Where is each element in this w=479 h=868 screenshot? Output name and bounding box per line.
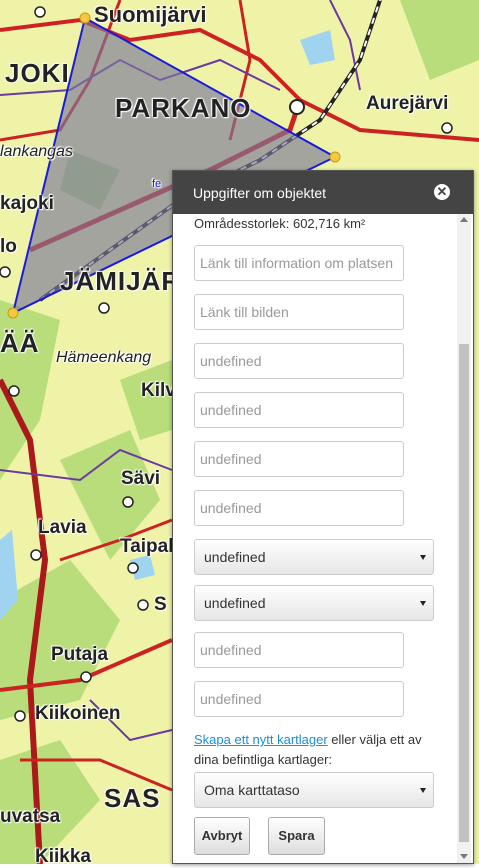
- place-label: Taipal: [120, 536, 174, 557]
- place-label: JÄMIJÄR: [60, 266, 182, 296]
- place-label: Suomijärvi: [94, 2, 207, 27]
- place-label: Hämeenkang: [56, 349, 152, 366]
- layer-select[interactable]: Oma karttataso: [194, 772, 434, 808]
- select-value: Oma karttataso: [204, 782, 300, 798]
- chevron-down-icon: [420, 555, 426, 560]
- place-label: SAS: [104, 783, 161, 813]
- place-label: PARKANO: [115, 93, 252, 123]
- feature-info-panel: Uppgifter om objektet ✕ Områdesstorlek: …: [172, 170, 474, 864]
- place-info-link-input[interactable]: Länk till information om platsen: [194, 245, 404, 281]
- place-label: kajoki: [0, 193, 54, 214]
- scroll-thumb[interactable]: [459, 344, 469, 842]
- create-layer-link[interactable]: Skapa ett nytt kartlager: [194, 732, 328, 747]
- place-label: Kilv: [141, 380, 176, 401]
- chevron-down-icon: [420, 601, 426, 606]
- scroll-down-icon[interactable]: [460, 854, 468, 859]
- place-label: Sävi: [121, 468, 161, 489]
- place-label: Putaja: [51, 644, 109, 665]
- attribute-input[interactable]: undefined: [194, 490, 404, 526]
- place-label: lankangas: [0, 143, 73, 160]
- panel-body: Områdesstorlek: 602,716 km² Länk till in…: [173, 214, 457, 863]
- attribute-input[interactable]: undefined: [194, 343, 404, 379]
- attribute-select[interactable]: undefined: [194, 539, 434, 575]
- place-label: Kiikoinen: [35, 703, 121, 724]
- place-label: Aurejärvi: [366, 93, 449, 114]
- place-label: JOKI: [5, 58, 70, 88]
- cancel-button[interactable]: Avbryt: [194, 817, 250, 855]
- place-label: Kiikka: [35, 846, 91, 867]
- panel-header: Uppgifter om objektet ✕: [173, 171, 473, 214]
- select-value: undefined: [204, 595, 266, 611]
- save-button[interactable]: Spara: [268, 817, 325, 855]
- attribute-input[interactable]: undefined: [194, 392, 404, 428]
- place-label: lo: [0, 236, 17, 257]
- attribute-input[interactable]: undefined: [194, 632, 404, 668]
- panel-scrollbar[interactable]: [457, 214, 471, 863]
- place-label: uvatsa: [0, 806, 61, 827]
- place-label: Lavia: [38, 517, 87, 538]
- panel-title: Uppgifter om objektet: [193, 185, 327, 201]
- place-label: S: [154, 594, 167, 615]
- attribute-input[interactable]: undefined: [194, 681, 404, 717]
- layer-instruction: Skapa ett nytt kartlager eller välja ett…: [194, 730, 439, 770]
- select-value: undefined: [204, 549, 266, 565]
- attribute-select[interactable]: undefined: [194, 585, 434, 621]
- place-label: fe: [152, 178, 162, 190]
- attribute-input[interactable]: undefined: [194, 441, 404, 477]
- chevron-down-icon: [420, 788, 426, 793]
- place-label: ÄÄ: [0, 328, 40, 358]
- image-link-input[interactable]: Länk till bilden: [194, 294, 404, 330]
- close-icon[interactable]: ✕: [434, 184, 450, 200]
- scroll-up-icon[interactable]: [460, 217, 468, 222]
- area-size-text: Områdesstorlek: 602,716 km²: [194, 216, 366, 231]
